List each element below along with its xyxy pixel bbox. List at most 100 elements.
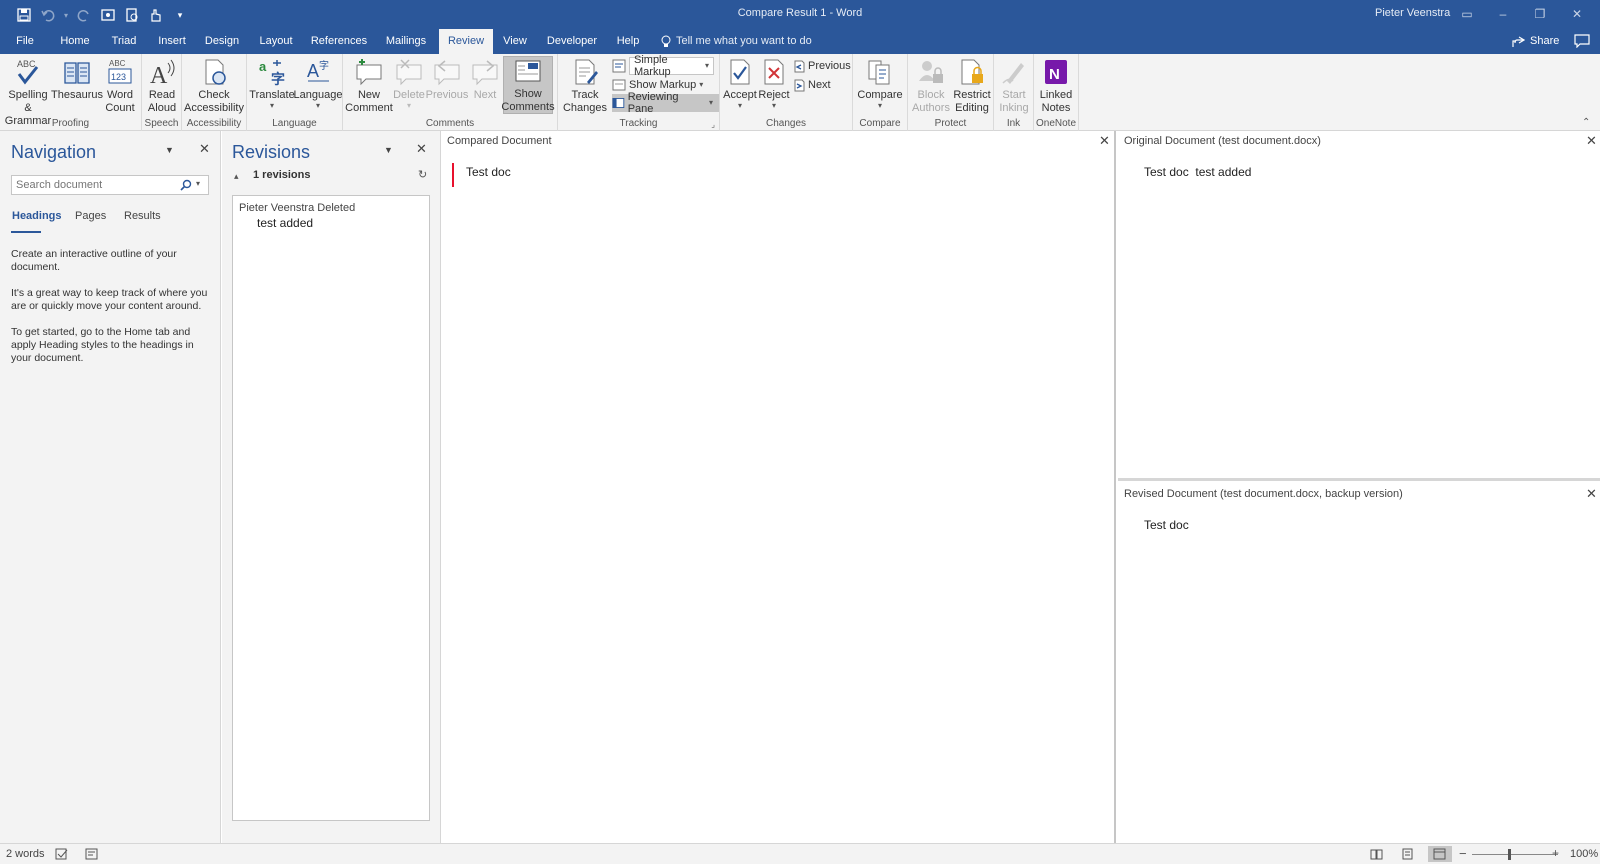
simple-markup-value: Simple Markup <box>634 54 671 78</box>
tab-file[interactable]: File <box>10 29 40 54</box>
refresh-revisions-icon[interactable]: ↻ <box>418 168 427 181</box>
revision-item[interactable]: Pieter Veenstra Deleted test added <box>239 202 355 230</box>
group-onenote: N Linked Notes OneNote <box>1034 54 1079 131</box>
svg-text:A: A <box>150 63 168 87</box>
collapse-revisions-icon[interactable]: ▴ <box>234 171 239 182</box>
compared-document-text[interactable]: Test doc <box>466 165 511 179</box>
tab-pages[interactable]: Pages <box>75 210 106 222</box>
tab-design[interactable]: Design <box>202 29 242 54</box>
onenote-icon: N <box>1040 56 1072 88</box>
original-document-close-icon[interactable]: ✕ <box>1586 133 1597 149</box>
language-dropdown-icon: ▾ <box>315 101 320 110</box>
linked-notes-button[interactable]: N Linked Notes <box>1036 56 1076 115</box>
thesaurus-button[interactable]: Thesaurus <box>51 56 103 102</box>
group-proofing: ABC Spelling & Grammar Thesaurus ABC 123 W… <box>0 54 142 131</box>
show-comments-icon <box>512 57 544 87</box>
previous-change-button[interactable]: Previous <box>793 57 851 75</box>
block-authors-button[interactable]: Block Authors <box>910 56 952 115</box>
next-comment-button[interactable]: Next <box>467 56 503 102</box>
navigation-options-icon[interactable]: ▼ <box>165 145 174 155</box>
previous-comment-icon <box>431 56 463 88</box>
restore-icon[interactable]: ❐ <box>1525 4 1555 24</box>
show-comments-button[interactable]: Show Comments <box>501 56 555 114</box>
title-bar: ▾ ▾ Compare Result 1 - Word Pieter Veens… <box>0 0 1600 29</box>
close-window-icon[interactable]: ✕ <box>1562 4 1592 24</box>
tab-results[interactable]: Results <box>124 210 161 222</box>
tab-references[interactable]: References <box>309 29 369 54</box>
change-bar <box>452 163 454 187</box>
word-count-button[interactable]: ABC 123 Word Count <box>102 56 138 115</box>
ribbon-display-options-icon[interactable]: ▭ <box>1452 4 1482 24</box>
group-ink: Start Inking Ink <box>994 54 1034 131</box>
tab-home[interactable]: Home <box>55 29 95 54</box>
tracking-options-launcher-icon[interactable]: ⌟ <box>711 120 715 129</box>
delete-comment-button[interactable]: Delete ▾ <box>391 56 427 110</box>
translate-button[interactable]: a字 Translate ▾ <box>249 56 295 110</box>
tab-developer[interactable]: Developer <box>544 29 600 54</box>
word-count-icon: ABC 123 <box>104 56 136 88</box>
read-mode-icon[interactable] <box>1370 848 1383 860</box>
tab-insert[interactable]: Insert <box>152 29 192 54</box>
reject-icon <box>758 56 790 88</box>
group-label-comments: Comments <box>425 118 475 129</box>
word-count-status[interactable]: 2 words <box>6 848 45 860</box>
group-changes: Accept ▾ Reject ▾ Previous Next Changes <box>720 54 853 131</box>
compared-document-close-icon[interactable]: ✕ <box>1099 133 1110 149</box>
group-speech: A Read Aloud Speech <box>142 54 182 131</box>
group-compare: Compare ▾ Compare <box>853 54 908 131</box>
language-button[interactable]: A字 Language ▾ <box>294 56 343 110</box>
tell-me-search[interactable]: Tell me what you want to do <box>661 29 812 54</box>
navigation-close-icon[interactable]: ✕ <box>199 141 210 157</box>
navigation-hint-3: To get started, go to the Home tab and a… <box>11 326 194 364</box>
compare-button[interactable]: Compare ▾ <box>856 56 904 110</box>
group-label-language: Language <box>272 118 317 129</box>
new-comment-button[interactable]: New Comment <box>345 56 393 115</box>
start-inking-button[interactable]: Start Inking <box>996 56 1032 115</box>
next-change-button[interactable]: Next <box>793 76 831 94</box>
revised-document-text[interactable]: Test doc <box>1144 518 1189 532</box>
tab-review[interactable]: Review <box>439 29 493 54</box>
original-document-text[interactable]: Test doc test added <box>1144 165 1251 179</box>
zoom-slider-thumb[interactable] <box>1508 849 1511 860</box>
web-layout-button[interactable] <box>1428 846 1452 862</box>
share-button[interactable]: Share <box>1512 29 1559 54</box>
previous-comment-button[interactable]: Previous <box>426 56 468 102</box>
read-aloud-button[interactable]: A Read Aloud <box>144 56 180 115</box>
minimize-icon[interactable]: – <box>1488 4 1518 24</box>
account-name[interactable]: Pieter Veenstra <box>1375 7 1450 19</box>
accept-button[interactable]: Accept ▾ <box>723 56 757 110</box>
tab-headings[interactable]: Headings <box>12 210 62 222</box>
revised-document-header: Revised Document (test document.docx, ba… <box>1124 488 1403 500</box>
revised-document-close-icon[interactable]: ✕ <box>1586 486 1597 502</box>
svg-text:a: a <box>259 59 267 74</box>
reviewing-pane-button[interactable]: Reviewing Pane ▾ <box>612 91 719 115</box>
compared-document-header: Compared Document <box>447 135 552 147</box>
zoom-in-icon[interactable]: + <box>1552 846 1559 860</box>
revisions-close-icon[interactable]: ✕ <box>416 141 427 157</box>
check-accessibility-button[interactable]: Check Accessibility <box>184 56 244 115</box>
print-layout-icon[interactable] <box>1401 848 1414 860</box>
tab-mailings[interactable]: Mailings <box>381 29 431 54</box>
zoom-slider[interactable] <box>1472 854 1558 855</box>
tab-help[interactable]: Help <box>612 29 644 54</box>
track-changes-status-icon[interactable] <box>85 848 98 860</box>
display-for-review-dropdown[interactable]: Simple Markup ▾ <box>612 54 714 78</box>
delete-comment-icon <box>393 56 425 88</box>
collapse-ribbon-icon[interactable]: ⌃ <box>1582 117 1590 128</box>
lightbulb-icon <box>661 35 671 47</box>
tab-view[interactable]: View <box>500 29 530 54</box>
reject-button[interactable]: Reject ▾ <box>757 56 791 110</box>
zoom-out-icon[interactable]: − <box>1459 846 1467 861</box>
revisions-options-icon[interactable]: ▼ <box>384 145 393 155</box>
search-icon[interactable] <box>180 179 192 191</box>
tab-triad[interactable]: Triad <box>106 29 142 54</box>
restrict-editing-button[interactable]: Restrict Editing <box>952 56 992 115</box>
search-options-dropdown-icon[interactable]: ▾ <box>196 179 200 188</box>
navigation-title: Navigation <box>11 142 97 162</box>
proofing-status-icon[interactable] <box>55 848 68 860</box>
reviewing-pane-icon <box>612 98 625 108</box>
zoom-level[interactable]: 100% <box>1570 848 1598 860</box>
comments-icon[interactable] <box>1574 34 1590 48</box>
track-changes-button[interactable]: Track Changes <box>560 56 610 115</box>
tab-layout[interactable]: Layout <box>254 29 298 54</box>
